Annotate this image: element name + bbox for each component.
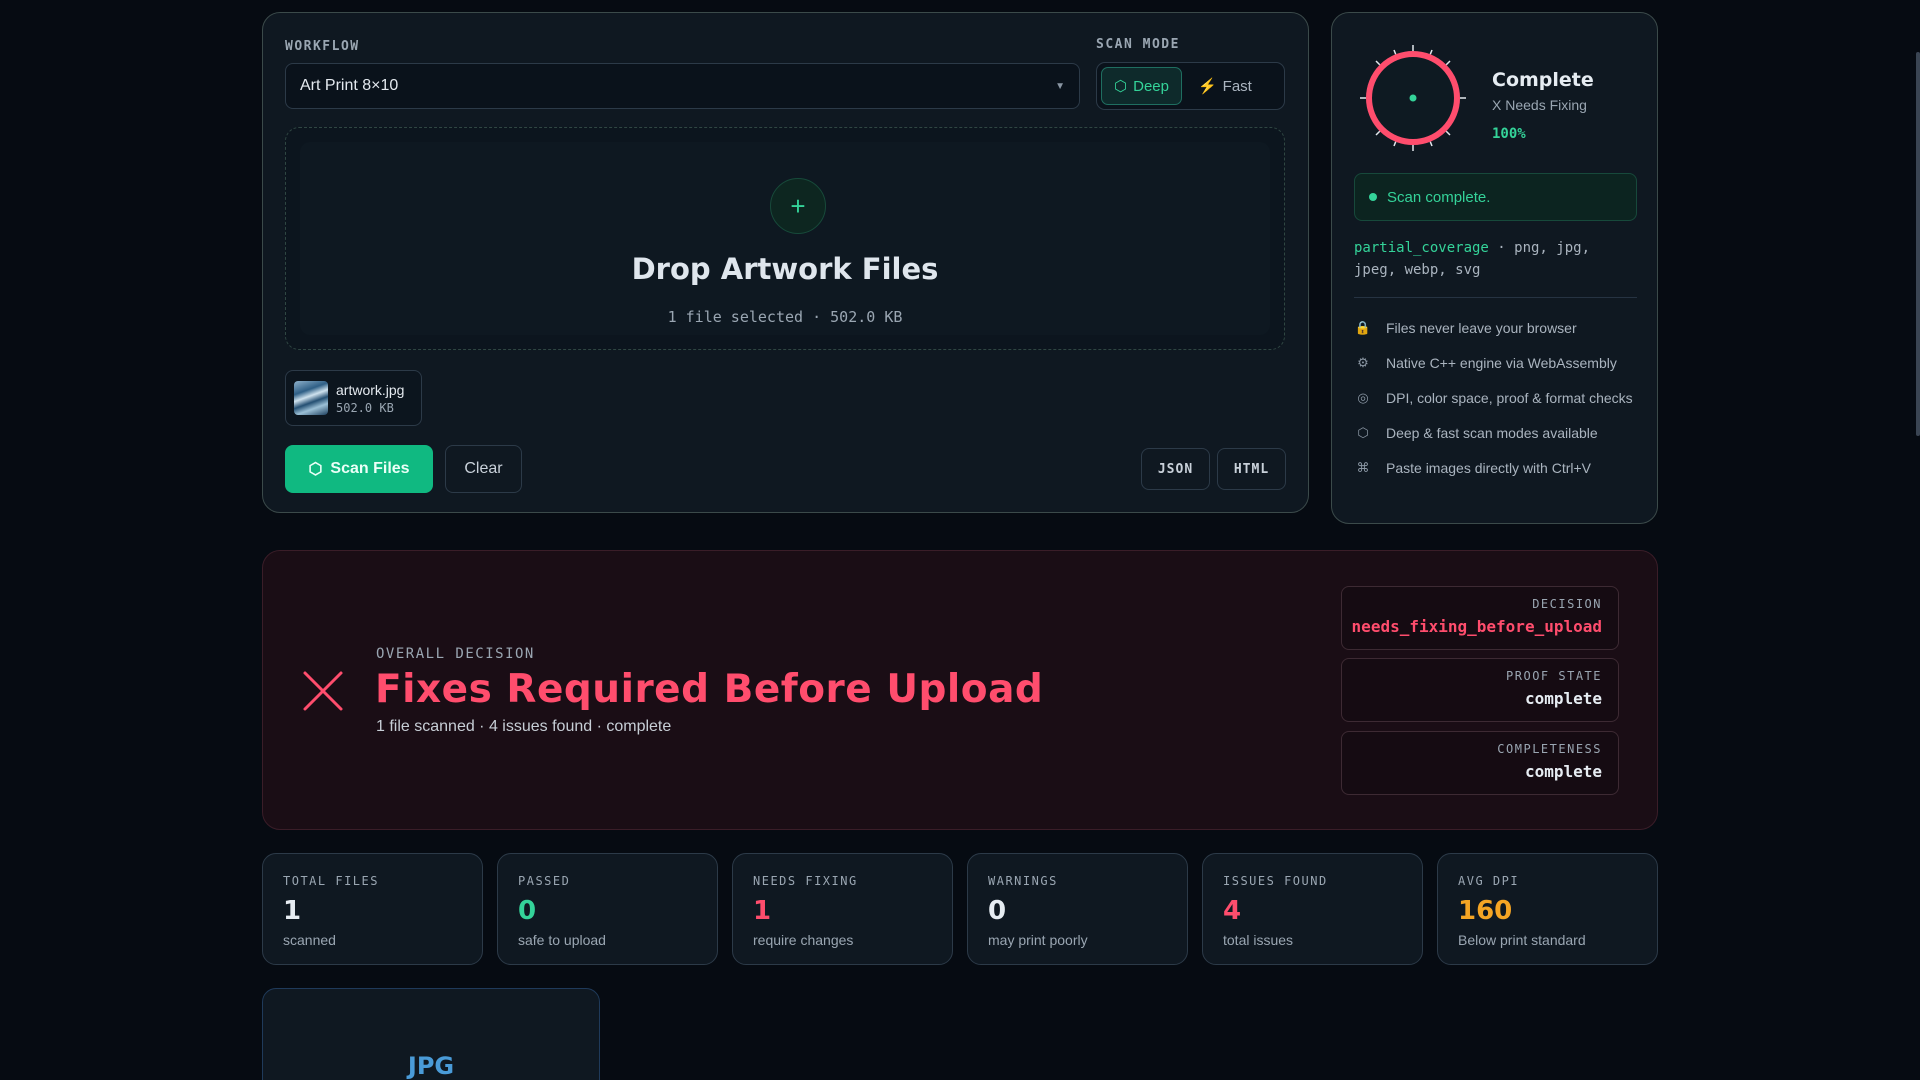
feature-item: ⚙ Native C++ engine via WebAssembly — [1354, 352, 1644, 374]
drop-subtitle: 1 file selected · 502.0 KB — [667, 308, 903, 326]
stat-key: WARNINGS — [988, 874, 1058, 888]
plus-icon[interactable]: + — [770, 178, 826, 234]
hexagon-icon: ⬡ — [308, 461, 323, 478]
file-thumbnail — [294, 381, 328, 415]
feature-text: Files never leave your browser — [1386, 320, 1577, 336]
status-subtitle: X Needs Fixing — [1492, 97, 1587, 113]
selected-file-chip[interactable]: artwork.jpg 502.0 KB — [285, 370, 422, 426]
completeness-key: COMPLETENESS — [1497, 742, 1602, 756]
stat-sub: total issues — [1223, 932, 1294, 948]
file-type-label: JPG — [407, 1052, 455, 1080]
feature-item: ◎ DPI, color space, proof & format checks — [1354, 387, 1644, 409]
stat-value: 0 — [988, 896, 1007, 926]
stat-value: 0 — [518, 896, 537, 926]
stat-total-files: TOTAL FILES 1 scanned — [262, 853, 483, 965]
stat-key: TOTAL FILES — [283, 874, 379, 888]
stat-key: PASSED — [518, 874, 571, 888]
progress-ring — [1360, 45, 1466, 151]
target-icon: ◎ — [1357, 390, 1369, 405]
mode-deep-label: Deep — [1133, 77, 1169, 95]
workflow-select-value: Art Print 8×10 — [300, 77, 399, 94]
stat-sub: Below print standard — [1458, 932, 1586, 948]
upload-panel: WORKFLOW Art Print 8×10 ▼ SCAN MODE ⬡ De… — [262, 12, 1309, 513]
stat-warnings: WARNINGS 0 may print poorly — [967, 853, 1188, 965]
lock-icon: 🔒 — [1354, 320, 1372, 335]
proof-state-value: complete — [1524, 689, 1602, 708]
coverage-key: partial_coverage — [1354, 240, 1489, 256]
stat-sub: may print poorly — [988, 932, 1088, 948]
ring-center-dot — [1409, 94, 1417, 102]
stat-issues-found: ISSUES FOUND 4 total issues — [1202, 853, 1423, 965]
decision-card: DECISION needs_fixing_before_upload — [1341, 586, 1619, 650]
scan-files-label: Scan Files — [330, 460, 410, 477]
stat-needs-fixing: NEEDS FIXING 1 require changes — [732, 853, 953, 965]
divider — [1354, 297, 1637, 298]
completeness-card: COMPLETENESS complete — [1341, 731, 1619, 795]
workflow-label: WORKFLOW — [285, 39, 360, 54]
drop-zone[interactable]: + Drop Artwork Files 1 file selected · 5… — [285, 127, 1285, 350]
stat-value: 160 — [1458, 896, 1513, 926]
feature-text: Deep & fast scan modes available — [1386, 425, 1598, 441]
stat-passed: PASSED 0 safe to upload — [497, 853, 718, 965]
proof-state-key: PROOF STATE — [1506, 669, 1602, 683]
file-size: 502.0 KB — [336, 400, 394, 415]
workflow-select[interactable]: Art Print 8×10 ▼ — [285, 63, 1080, 109]
stat-key: AVG DPI — [1458, 874, 1520, 888]
scan-mode-label: SCAN MODE — [1096, 37, 1180, 52]
feature-item: 🔒 Files never leave your browser — [1354, 317, 1644, 339]
completeness-value: complete — [1524, 762, 1602, 781]
stat-value: 4 — [1223, 896, 1242, 926]
stat-sub: scanned — [283, 932, 336, 948]
file-name: artwork.jpg — [336, 381, 405, 398]
stat-key: NEEDS FIXING — [753, 874, 858, 888]
chevron-down-icon: ▼ — [1055, 80, 1065, 92]
status-title: Complete — [1492, 69, 1594, 91]
command-icon: ⌘ — [1356, 460, 1370, 475]
decision-card-value: needs_fixing_before_upload — [1351, 617, 1602, 636]
supported-formats: partial_coverage · png, jpg, jpeg, webp,… — [1354, 237, 1637, 281]
stat-value: 1 — [283, 896, 302, 926]
decision-card-key: DECISION — [1532, 597, 1602, 611]
decision-summary: 1 file scanned · 4 issues found · comple… — [376, 718, 672, 735]
hexagon-icon: ⬡ — [1114, 78, 1128, 95]
scan-files-button[interactable]: ⬡ Scan Files — [285, 445, 433, 493]
status-percent: 100% — [1492, 126, 1526, 142]
export-json-button[interactable]: JSON — [1141, 448, 1210, 490]
stat-avg-dpi: AVG DPI 160 Below print standard — [1437, 853, 1658, 965]
feature-item: ⬡ Deep & fast scan modes available — [1354, 422, 1644, 444]
scan-complete-text: Scan complete. — [1387, 188, 1491, 206]
mode-deep-button[interactable]: ⬡ Deep — [1101, 67, 1182, 105]
drop-zone-inner: + Drop Artwork Files 1 file selected · 5… — [300, 142, 1270, 335]
gear-icon: ⚙ — [1357, 355, 1369, 370]
decision-panel: OVERALL DECISION Fixes Required Before U… — [262, 550, 1658, 830]
bolt-icon: ⚡ — [1197, 78, 1217, 95]
mode-fast-button[interactable]: ⚡ Fast — [1186, 67, 1264, 105]
file-result-card[interactable]: JPG — [262, 988, 600, 1080]
decision-title: Fixes Required Before Upload — [375, 667, 1044, 712]
mode-fast-label: Fast — [1222, 77, 1252, 95]
scan-mode-toggle: ⬡ Deep ⚡ Fast — [1096, 62, 1285, 110]
proof-state-card: PROOF STATE complete — [1341, 658, 1619, 722]
feature-text: DPI, color space, proof & format checks — [1386, 390, 1633, 406]
feature-item: ⌘ Paste images directly with Ctrl+V — [1354, 457, 1644, 479]
stat-sub: safe to upload — [518, 932, 606, 948]
clear-button[interactable]: Clear — [445, 445, 522, 493]
stat-value: 1 — [753, 896, 772, 926]
status-dot-icon — [1369, 193, 1377, 201]
feature-text: Native C++ engine via WebAssembly — [1386, 355, 1617, 371]
export-html-button[interactable]: HTML — [1217, 448, 1286, 490]
scan-complete-banner: Scan complete. — [1354, 173, 1637, 221]
feature-list: 🔒 Files never leave your browser ⚙ Native … — [1354, 317, 1644, 492]
stat-key: ISSUES FOUND — [1223, 874, 1328, 888]
stat-sub: require changes — [753, 932, 854, 948]
scrollbar[interactable] — [1916, 52, 1920, 436]
hexagon-icon: ⬡ — [1357, 425, 1369, 440]
status-panel: Complete X Needs Fixing 100% Scan comple… — [1331, 12, 1658, 524]
overall-decision-label: OVERALL DECISION — [376, 646, 535, 662]
feature-text: Paste images directly with Ctrl+V — [1386, 460, 1592, 476]
drop-title: Drop Artwork Files — [631, 252, 939, 286]
fail-x-icon — [303, 671, 343, 711]
